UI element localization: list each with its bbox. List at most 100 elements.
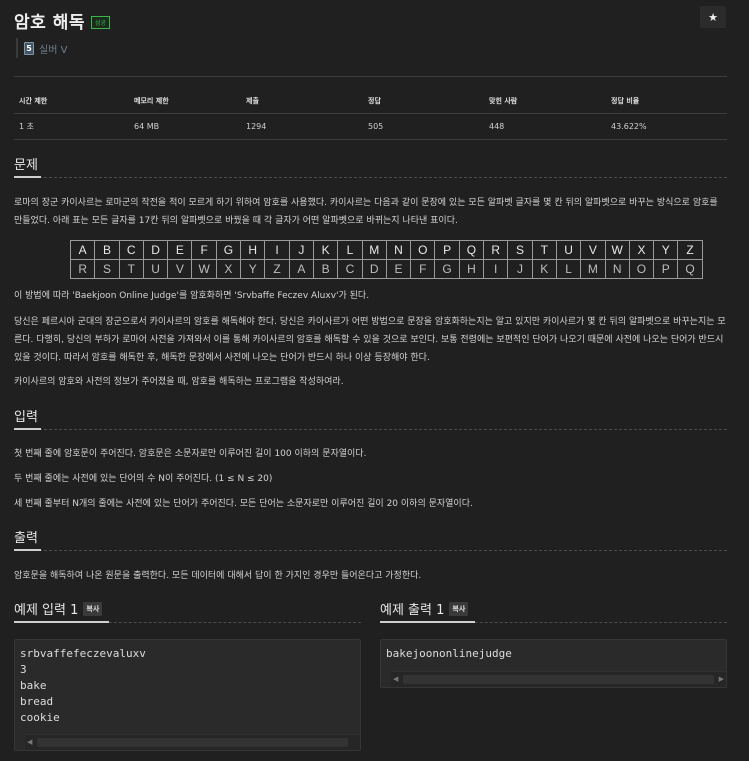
example-input-box[interactable]: srbvaffefeczevaluxv 3 bake bread cookie … <box>14 639 361 751</box>
example-output-title: 예제 출력 1 복사 <box>380 599 469 618</box>
stats-header: 메모리 제한 <box>129 92 241 114</box>
stats-value: 448 <box>484 113 606 140</box>
input-paragraph-3: 세 번째 줄부터 N개의 줄에는 사전에 있는 단어가 주어진다. 모든 단어는… <box>14 499 473 509</box>
cipher-cell-shifted: D <box>361 259 387 279</box>
cipher-row-plain: ABCDEFGHIJKLMNOPQRSTUVWXYZ <box>69 240 703 260</box>
cipher-cell-shifted: E <box>385 259 412 279</box>
cipher-cell-shifted: V <box>167 259 193 279</box>
example-input-label: 예제 입력 1 <box>14 603 79 618</box>
cipher-cell-shifted: T <box>118 259 144 279</box>
scroll-thumb[interactable] <box>403 675 714 684</box>
stats-header: 맞힌 사람 <box>484 92 606 114</box>
section-rule <box>14 550 727 551</box>
cipher-cell-shifted: I <box>483 259 509 279</box>
title-row: 암호 해독 성공 <box>14 8 111 33</box>
output-title: 출력 <box>14 531 38 546</box>
problem-paragraph-4: 카이사르의 암호와 사전의 정보가 주어졌을 때, 암호를 해독하는 프로그램을… <box>14 377 344 387</box>
example-underline <box>14 621 109 623</box>
scroll-thumb[interactable] <box>37 738 348 747</box>
cipher-cell-shifted: Q <box>677 259 703 279</box>
scroll-left-icon[interactable]: ◀ <box>393 675 398 683</box>
cipher-cell-shifted: N <box>604 259 630 279</box>
problem-paragraph-3: 당신은 페르시아 군대의 장군으로서 카이사르의 암호를 해독해야 한다. 당신… <box>14 317 726 363</box>
cipher-cell-shifted: B <box>312 259 339 279</box>
stats-value: 43.622% <box>606 113 727 140</box>
cipher-cell-shifted: S <box>94 259 120 279</box>
cipher-cell-shifted: X <box>215 259 242 279</box>
input-title: 입력 <box>14 410 38 425</box>
tier-label[interactable]: 실버 V <box>39 41 67 56</box>
copy-output-button[interactable]: 복사 <box>449 601 469 616</box>
cipher-cell-shifted: G <box>434 259 460 279</box>
cipher-cell-shifted: L <box>555 259 582 279</box>
cipher-cell-plain: U <box>555 240 582 260</box>
cipher-cell-shifted: A <box>288 259 314 279</box>
cipher-cell-shifted: K <box>531 259 557 279</box>
cipher-cell-shifted: U <box>142 259 169 279</box>
section-rule <box>14 177 727 178</box>
cipher-cell-plain: B <box>94 240 120 260</box>
problem-title: 문제 <box>14 158 38 173</box>
cipher-cell-shifted: J <box>507 259 533 279</box>
output-paragraph-1: 암호문을 해독하여 나온 원문을 출력한다. 모든 데이터에 대해서 답이 한 … <box>14 571 422 581</box>
problem-paragraph-2: 이 방법에 따라 'Baekjoon Online Judge'를 암호화하면 … <box>14 291 370 301</box>
section-rule <box>14 429 727 430</box>
tier-row[interactable]: 5 실버 V <box>16 38 67 58</box>
stats-table: 시간 제한 메모리 제한 제출 정답 맞힌 사람 정답 비율 1 초 64 MB… <box>14 92 727 140</box>
example-output-code: bakejoononlinejudge <box>386 647 512 660</box>
example-underline <box>380 621 475 623</box>
cipher-cell-plain: F <box>191 240 217 260</box>
cipher-cell-plain: T <box>531 240 557 260</box>
cipher-cell-shifted: O <box>628 259 655 279</box>
cipher-cell-plain: E <box>167 240 193 260</box>
star-button[interactable]: ★ <box>700 6 726 28</box>
example-output-label: 예제 출력 1 <box>380 603 445 618</box>
stats-value: 1294 <box>241 113 363 140</box>
cipher-cell-shifted: W <box>191 259 217 279</box>
cipher-cell-plain: H <box>240 240 266 260</box>
section-underline <box>14 549 41 551</box>
stats-value: 64 MB <box>129 113 241 140</box>
cipher-cell-plain: A <box>69 240 96 260</box>
stats-value-row: 1 초 64 MB 1294 505 448 43.622% <box>14 113 727 140</box>
cipher-cell-plain: S <box>507 240 533 260</box>
star-icon: ★ <box>708 10 718 24</box>
problem-paragraph-1: 로마의 장군 카이사르는 로마군의 작전을 적이 모르게 하기 위하여 암호를 … <box>14 198 718 226</box>
tier-icon: 5 <box>24 41 34 55</box>
cipher-cell-shifted: Z <box>264 259 290 279</box>
stats-header-row: 시간 제한 메모리 제한 제출 정답 맞힌 사람 정답 비율 <box>14 92 727 114</box>
stats-header: 시간 제한 <box>14 92 129 114</box>
cipher-cell-plain: V <box>580 240 606 260</box>
input-paragraph-2: 두 번째 줄에는 사전에 있는 단어의 수 N이 주어진다. (1 ≤ N ≤ … <box>14 474 273 484</box>
cipher-cell-shifted: Y <box>240 259 266 279</box>
page-title: 암호 해독 <box>14 13 85 33</box>
cipher-cell-plain: M <box>361 240 387 260</box>
cipher-cell-shifted: F <box>410 259 436 279</box>
section-underline <box>14 428 41 430</box>
cipher-cell-plain: O <box>410 240 436 260</box>
scroll-right-icon[interactable]: ▶ <box>719 675 724 683</box>
stats-header: 정답 <box>363 92 484 114</box>
cipher-cell-plain: I <box>264 240 290 260</box>
cipher-cell-shifted: P <box>653 259 679 279</box>
example-output-box[interactable]: bakejoononlinejudge ◀ ▶ <box>380 639 727 688</box>
horizontal-scrollbar[interactable]: ◀ ▶ <box>391 671 726 687</box>
cipher-cell-plain: G <box>215 240 242 260</box>
cipher-table: ABCDEFGHIJKLMNOPQRSTUVWXYZ RSTUVWXYZABCD… <box>69 240 703 279</box>
horizontal-scrollbar[interactable]: ◀ <box>25 734 360 750</box>
cipher-cell-shifted: C <box>337 259 363 279</box>
cipher-cell-plain: K <box>312 240 339 260</box>
cipher-cell-shifted: M <box>580 259 606 279</box>
cipher-cell-plain: D <box>142 240 169 260</box>
status-badge: 성공 <box>90 15 111 29</box>
cipher-cell-plain: Q <box>458 240 485 260</box>
input-paragraph-1: 첫 번째 줄에 암호문이 주어진다. 암호문은 소문자로만 이루어진 길이 10… <box>14 449 367 459</box>
cipher-row-shifted: RSTUVWXYZABCDEFGHIJKLMNOPQ <box>69 259 703 279</box>
copy-input-button[interactable]: 복사 <box>83 601 103 616</box>
scroll-left-icon[interactable]: ◀ <box>27 738 32 746</box>
cipher-cell-plain: Z <box>677 240 703 260</box>
cipher-cell-plain: L <box>337 240 363 260</box>
cipher-cell-plain: W <box>604 240 630 260</box>
cipher-cell-plain: R <box>483 240 509 260</box>
cipher-cell-plain: X <box>628 240 655 260</box>
